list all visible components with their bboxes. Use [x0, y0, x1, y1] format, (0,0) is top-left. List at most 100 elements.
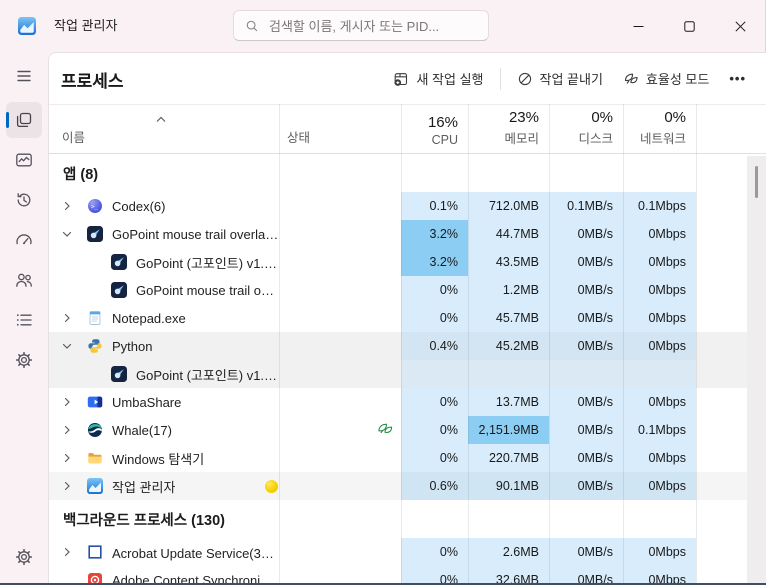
mem-cell: 220.7MB: [468, 444, 549, 472]
toolbar: 프로세스 새 작업 실행 작업 끝내기 효율성 모드 •••: [49, 53, 766, 104]
efficiency-mode-button[interactable]: 효율성 모드: [613, 63, 719, 94]
column-header-status[interactable]: 상태: [287, 127, 310, 146]
chevron-right-icon[interactable]: [61, 452, 87, 464]
mem-cell: 2.6MB: [468, 538, 549, 566]
process-name: UmbaShare: [112, 394, 182, 410]
column-header-cpu[interactable]: 16% CPU: [401, 105, 468, 153]
mem-cell: 45.7MB: [468, 304, 549, 332]
net-cell: 0.1Mbps: [623, 192, 696, 220]
mem-cell: 45.2MB: [468, 332, 549, 360]
scrollbar-thumb[interactable]: [755, 166, 758, 198]
chevron-right-icon[interactable]: [61, 546, 87, 558]
cpu-total-percent: 16%: [427, 114, 458, 131]
status-cell: [279, 332, 401, 360]
sidebar-item-services[interactable]: [6, 342, 42, 378]
sidebar-item-settings[interactable]: [6, 539, 42, 575]
process-name: Acrobat Update Service(32비...: [112, 545, 279, 561]
process-table-body: 앱 (8) >_ Codex(6) 0.1% 712.0MB 0.1MB/s 0.1Mbps…: [49, 154, 766, 583]
close-button[interactable]: [715, 0, 766, 52]
process-row[interactable]: GoPoint (고포인트) v1.0....: [49, 360, 766, 388]
column-header-name[interactable]: 이름: [62, 127, 85, 146]
cpu-cell: [401, 360, 468, 388]
svg-text:>_: >_: [91, 204, 99, 211]
net-cell: 0Mbps: [623, 388, 696, 416]
chevron-right-icon[interactable]: [61, 396, 87, 408]
network-column-label: 네트워크: [639, 132, 686, 146]
memory-total-percent: 23%: [508, 109, 539, 126]
column-header-network[interactable]: 0% 네트워크: [623, 105, 696, 153]
end-task-button[interactable]: 작업 끝내기: [507, 63, 613, 94]
chevron-down-icon[interactable]: [61, 228, 87, 240]
process-row[interactable]: GoPoint mouse trail over... 0% 1.2MB 0MB/s 0…: [49, 276, 766, 304]
gopoint-icon: [87, 226, 103, 242]
cpu-column-label: CPU: [431, 133, 458, 147]
column-header-disk[interactable]: 0% 디스크: [549, 105, 623, 153]
process-row[interactable]: >_ Codex(6) 0.1% 712.0MB 0.1MB/s 0.1Mbps: [49, 192, 766, 220]
process-name-cell: Python: [49, 332, 279, 360]
sidebar-item-app-history[interactable]: [6, 182, 42, 218]
process-row[interactable]: 작업 관리자 0.6% 90.1MB 0MB/s 0Mbps: [49, 472, 766, 500]
vertical-scrollbar[interactable]: [747, 156, 766, 583]
minimize-button[interactable]: [613, 0, 664, 52]
sidebar-item-processes[interactable]: [6, 102, 42, 138]
process-row[interactable]: GoPoint (고포인트) v1.0.... 3.2% 43.5MB 0MB/s 0M…: [49, 248, 766, 276]
efficiency-leaf-icon: [377, 421, 394, 439]
process-name: GoPoint mouse trail overlay(2): [112, 226, 279, 242]
maximize-button[interactable]: [664, 0, 715, 52]
cpu-cell: 0%: [401, 388, 468, 416]
process-name-cell: GoPoint mouse trail over...: [49, 276, 279, 304]
table-header: 이름 상태 16% CPU 23% 메모리 0% 디스크 0% 네트워크: [49, 104, 766, 154]
cpu-cell: 0.4%: [401, 332, 468, 360]
mem-cell: 13.7MB: [468, 388, 549, 416]
process-name-cell: GoPoint mouse trail overlay(2): [49, 220, 279, 248]
status-cell: [279, 192, 401, 220]
status-cell: [279, 472, 401, 500]
memory-column-label: 메모리: [504, 132, 539, 146]
sidebar-item-startup-apps[interactable]: [6, 222, 42, 258]
chevron-right-icon[interactable]: [61, 200, 87, 212]
search-input[interactable]: 검색할 이름, 게시자 또는 PID...: [233, 10, 489, 41]
more-options-button[interactable]: •••: [719, 65, 756, 92]
codex-icon: >_: [87, 198, 103, 214]
process-row[interactable]: Notepad.exe 0% 45.7MB 0MB/s 0Mbps: [49, 304, 766, 332]
chevron-right-icon[interactable]: [61, 312, 87, 324]
sidebar-item-performance[interactable]: [6, 142, 42, 178]
process-name-cell: Acrobat Update Service(32비...: [49, 538, 279, 566]
chevron-down-icon[interactable]: [61, 340, 87, 352]
net-cell: 0Mbps: [623, 444, 696, 472]
mem-cell: 90.1MB: [468, 472, 549, 500]
cpu-cell: 0%: [401, 416, 468, 444]
net-cell: 0Mbps: [623, 566, 696, 583]
mem-cell: 2,151.9MB: [468, 416, 549, 444]
process-row[interactable]: Windows 탐색기 0% 220.7MB 0MB/s 0Mbps: [49, 444, 766, 472]
hamburger-icon: [14, 66, 34, 86]
process-row[interactable]: Acrobat Update Service(32비... 0% 2.6MB 0MB/…: [49, 538, 766, 566]
sidebar-item-menu[interactable]: [6, 58, 42, 94]
disk-cell: 0MB/s: [549, 388, 623, 416]
toolbar-actions: 새 작업 실행 작업 끝내기 효율성 모드 •••: [383, 53, 756, 104]
run-new-task-button[interactable]: 새 작업 실행: [383, 63, 493, 94]
column-header-memory[interactable]: 23% 메모리: [468, 105, 549, 153]
status-cell: [279, 416, 401, 444]
users-icon: [14, 270, 34, 290]
disk-cell: 0MB/s: [549, 566, 623, 583]
sidebar-item-details[interactable]: [6, 302, 42, 338]
status-cell: [279, 444, 401, 472]
disk-cell: 0MB/s: [549, 472, 623, 500]
process-table: 이름 상태 16% CPU 23% 메모리 0% 디스크 0% 네트워크 앱 (…: [49, 104, 766, 583]
sidebar-item-users[interactable]: [6, 262, 42, 298]
chevron-right-icon[interactable]: [61, 424, 87, 436]
process-row[interactable]: Adobe Content Synchronizer(0% 32.6MB 0MB/s…: [49, 566, 766, 583]
net-cell: 0Mbps: [623, 248, 696, 276]
net-cell: 0Mbps: [623, 472, 696, 500]
process-name: Python: [112, 338, 153, 354]
net-cell: [623, 360, 696, 388]
status-cell: [279, 276, 401, 304]
process-row[interactable]: UmbaShare 0% 13.7MB 0MB/s 0Mbps: [49, 388, 766, 416]
page-title: 프로세스: [61, 72, 124, 91]
process-row[interactable]: Whale(17) 0% 2,151.9MB 0MB/s 0.1Mbps: [49, 416, 766, 444]
process-row[interactable]: Python 0.4% 45.2MB 0MB/s 0Mbps: [49, 332, 766, 360]
chevron-right-icon[interactable]: [61, 480, 87, 492]
process-row[interactable]: GoPoint mouse trail overlay(2) 3.2% 44.7MB…: [49, 220, 766, 248]
disk-cell: 0MB/s: [549, 416, 623, 444]
